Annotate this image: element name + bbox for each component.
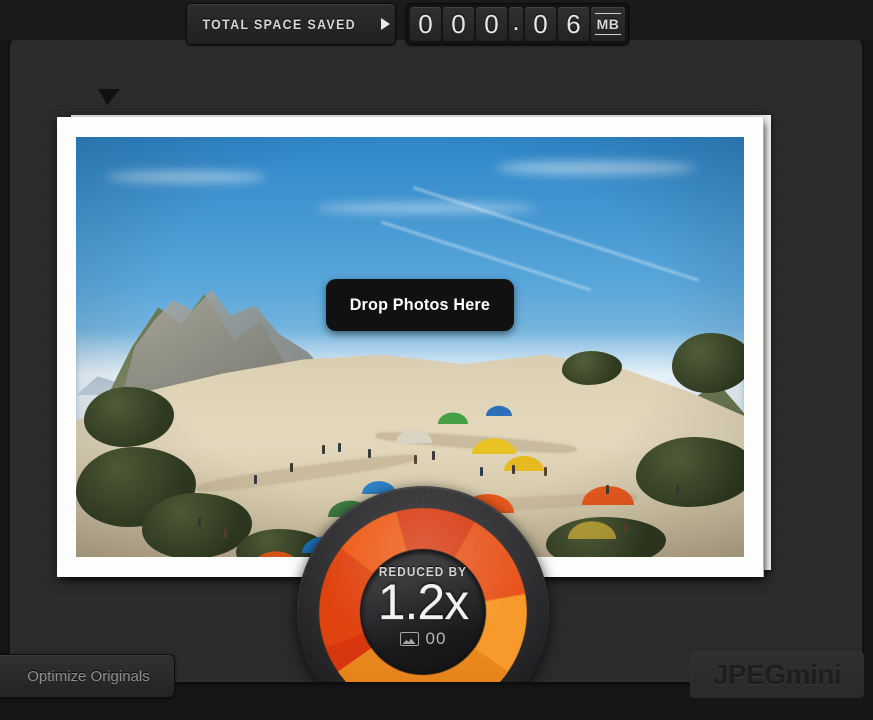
drop-photos-tooltip-tail [98, 89, 120, 105]
counter-digit: 6 [558, 7, 589, 41]
total-space-saved-label: TOTAL SPACE SAVED [202, 16, 357, 32]
photo-count-value: 00 [425, 629, 447, 648]
counter-digit: 0 [443, 7, 474, 41]
counter-decimal-point: . [509, 6, 523, 41]
drop-photos-label: Drop Photos Here [349, 295, 491, 314]
counter-digit: 0 [476, 7, 507, 41]
top-bar: TOTAL SPACE SAVED 0 0 0 . 0 6 MB [0, 0, 873, 45]
drop-photos-tooltip: Drop Photos Here [326, 279, 514, 331]
logo-prefix: JPEG [712, 659, 786, 690]
photo-icon [399, 632, 419, 646]
reduction-value: 1.2x [377, 574, 470, 630]
space-saved-counter-group: TOTAL SPACE SAVED 0 0 0 . 0 6 MB [186, 3, 629, 45]
jpegmini-window: TOTAL SPACE SAVED 0 0 0 . 0 6 MB Drop Ph… [0, 0, 873, 720]
optimize-originals-button[interactable]: Optimize Originals [0, 654, 175, 698]
jpegmini-logo-text: JPEGmini [712, 659, 842, 691]
optimize-originals-label: Optimize Originals [27, 667, 150, 685]
triangle-right-icon[interactable] [380, 18, 390, 30]
dial-face: REDUCED BY 1.2x 00 [361, 550, 485, 674]
counter-digit: 0 [525, 7, 556, 41]
space-saved-digit-panel: 0 0 0 . 0 6 MB [406, 3, 629, 45]
total-space-saved-button[interactable]: TOTAL SPACE SAVED [186, 3, 396, 45]
counter-unit-text: MB [594, 13, 622, 35]
main-drop-panel[interactable]: Drop Photos Here CHOOSE REDUCED BY 1.2x … [10, 38, 862, 682]
jpegmini-logo: JPEGmini [690, 652, 864, 698]
reduced-by-label: REDUCED BY [378, 564, 468, 579]
counter-digit: 0 [410, 7, 441, 41]
reduction-dial[interactable]: CHOOSE REDUCED BY 1.2x 00 [297, 486, 549, 682]
logo-suffix: mini [785, 659, 842, 690]
photo-count-row: 00 [399, 629, 447, 649]
counter-unit: MB [591, 7, 625, 41]
